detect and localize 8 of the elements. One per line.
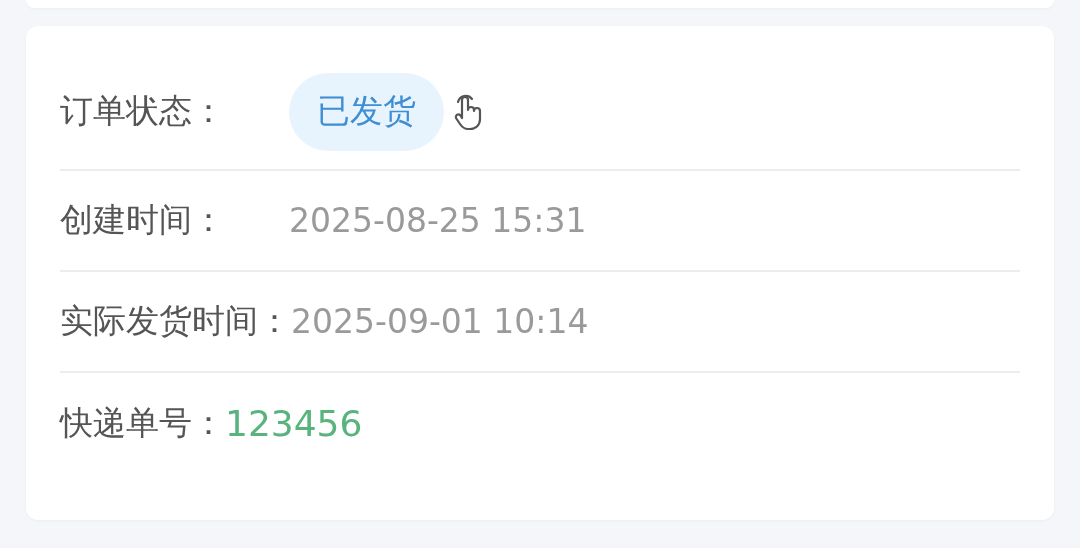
field-label: 快递单号： [60, 402, 225, 444]
field-label: 实际发货时间： [60, 300, 291, 342]
field-label: 订单状态： [60, 90, 226, 132]
tracking-number: 123456 [225, 403, 363, 444]
timestamp: 2025-08-25 15:31 [289, 201, 587, 240]
status-badge[interactable]: 已发货 [289, 72, 444, 151]
timestamp: 2025-09-01 10:14 [291, 302, 589, 341]
field-label: 创建时间： [60, 199, 226, 241]
